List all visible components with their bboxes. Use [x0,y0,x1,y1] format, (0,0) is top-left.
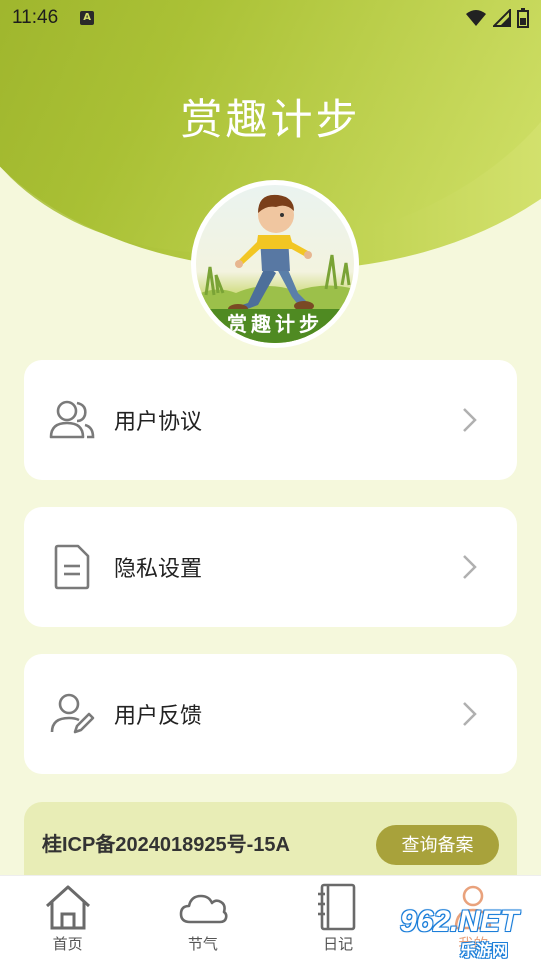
status-bar: 11:46 A [0,0,541,36]
nav-label: 节气 [187,935,218,953]
nav-item-home[interactable]: 首页 [0,876,135,961]
avatar-banner-text: 赏趣计步 [196,309,354,343]
icp-record-panel: 桂ICP备2024018925号-15A 查询备案 [24,802,517,882]
menu-item-label: 用户协议 [114,410,203,435]
menu-item-privacy-settings[interactable]: 隐私设置 [24,507,517,627]
home-icon [45,885,90,930]
avatar-image: 赏趣计步 [196,185,354,343]
menu-item-user-feedback[interactable]: 用户反馈 [24,654,517,774]
status-time: 11:46 [12,7,59,28]
icp-record-number: 桂ICP备2024018925号-15A [42,833,290,856]
site-watermark: 962.NET 乐游网 [400,905,540,961]
battery-icon [517,8,529,28]
users-icon [48,396,96,444]
nav-label: 首页 [52,935,83,953]
menu-item-user-agreement[interactable]: 用户协议 [24,360,517,480]
menu-item-label: 用户反馈 [114,704,203,729]
chevron-right-icon [463,702,477,726]
document-icon [48,543,96,591]
menu-item-label: 隐私设置 [114,557,203,582]
nav-item-solar-terms[interactable]: 节气 [135,876,270,961]
notification-badge-icon: A [80,11,95,25]
wifi-icon [466,10,486,26]
status-icons [465,8,529,28]
watermark-subtext: 乐游网 [460,941,509,960]
cloud-icon [179,894,228,924]
nav-item-diary[interactable]: 日记 [271,876,406,961]
chevron-right-icon [463,408,477,432]
nav-label: 日记 [323,935,354,953]
chevron-right-icon [463,555,477,579]
query-record-button[interactable]: 查询备案 [376,825,499,865]
app-title: 赏趣计步 [180,95,361,144]
user-edit-icon [48,690,96,738]
signal-icon [493,9,511,27]
notebook-icon [318,883,356,931]
watermark-logo-text: 962.NET [400,905,519,938]
avatar[interactable]: 赏趣计步 [191,180,359,348]
